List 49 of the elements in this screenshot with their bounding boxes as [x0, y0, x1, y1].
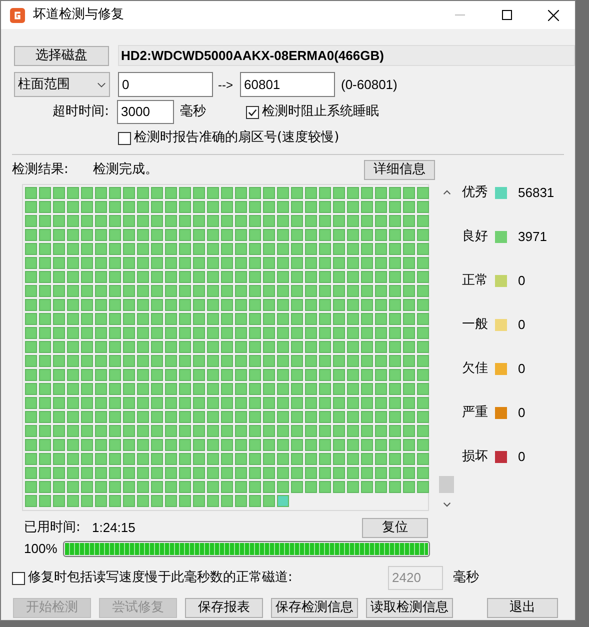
- legend-label: 欠佳: [462, 360, 489, 378]
- disk-name: HD2:WDCWD5000AAKX-08ERMA0(466GB): [118, 45, 575, 66]
- select-disk-button[interactable]: 选择磁盘: [14, 46, 109, 66]
- range-arrow: -->: [218, 76, 234, 94]
- legend-count: 0: [518, 316, 526, 334]
- legend-count: 3971: [518, 228, 547, 246]
- progress-percent: 100%: [24, 540, 58, 558]
- range-from-field[interactable]: 0: [118, 72, 213, 97]
- details-button[interactable]: 详细信息: [364, 160, 435, 180]
- range-dropdown[interactable]: 柱面范围: [14, 72, 110, 97]
- elapsed-time: 1:24:15: [92, 518, 136, 537]
- legend-label: 良好: [462, 228, 489, 246]
- legend-label: 损坏: [462, 448, 489, 466]
- chevron-down-icon: [97, 82, 106, 88]
- maximize-icon[interactable]: [502, 10, 512, 20]
- timeout-label: 超时时间:: [52, 103, 110, 122]
- legend-count: 56831: [518, 184, 554, 202]
- legend-label: 严重: [462, 404, 489, 422]
- elapsed-label: 已用时间:: [24, 518, 82, 537]
- chevron-down-icon[interactable]: [442, 502, 450, 507]
- legend-label: 一般: [462, 316, 489, 334]
- scrollbar-thumb[interactable]: [439, 476, 454, 493]
- action-button[interactable]: 退出: [487, 598, 558, 618]
- legend-count: 0: [518, 272, 526, 290]
- range-to-field[interactable]: 60801: [240, 72, 335, 97]
- action-button[interactable]: 读取检测信息: [366, 598, 453, 618]
- close-icon[interactable]: [548, 10, 559, 20]
- chevron-up-icon[interactable]: [442, 190, 450, 195]
- reset-button[interactable]: 复位: [362, 518, 428, 538]
- legend-label: 优秀: [462, 184, 489, 202]
- option-label: 检测时报告准确的扇区号(速度较慢): [134, 129, 340, 148]
- repair-slow-label: 修复时包括读写速度慢于此毫秒数的正常磁道:: [28, 569, 294, 588]
- timeout-field[interactable]: 3000: [117, 100, 174, 124]
- app-logo-icon: [10, 8, 25, 22]
- window-title: 坏道检测与修复: [33, 6, 124, 24]
- timeout-unit: 毫秒: [180, 103, 206, 122]
- legend-count: 0: [518, 404, 526, 422]
- slow-threshold-unit: 毫秒: [453, 569, 479, 588]
- checkbox[interactable]: [118, 132, 131, 144]
- legend-count: 0: [518, 448, 526, 466]
- checkbox[interactable]: [246, 106, 259, 118]
- result-label: 检测结果:: [12, 160, 70, 179]
- range-hint: (0-60801): [341, 76, 398, 94]
- option-label: 检测时阻止系统睡眠: [262, 103, 379, 122]
- legend-label: 正常: [462, 272, 489, 290]
- action-button[interactable]: 保存检测信息: [271, 598, 358, 618]
- result-status: 检测完成。: [93, 160, 158, 179]
- action-button[interactable]: 保存报表: [185, 598, 263, 618]
- legend-count: 0: [518, 360, 526, 378]
